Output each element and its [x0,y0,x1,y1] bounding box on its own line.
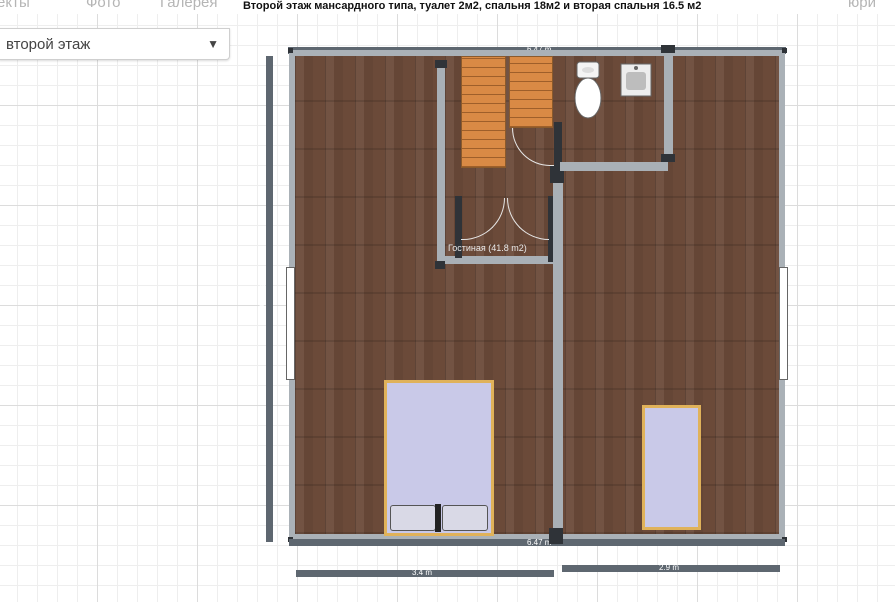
wall-corner [288,48,293,53]
bed-divider [435,504,441,532]
wall-cap [435,261,445,269]
wall-cap [435,60,447,68]
interior-wall-center[interactable] [553,166,563,538]
stairs-flight-1[interactable] [461,56,506,168]
bed-double[interactable] [384,380,494,536]
plan-caption: Второй этаж мансардного типа, туалет 2м2… [243,0,706,13]
stairs-flight-2[interactable] [509,56,553,128]
dimension-segment-right-label: 2.9 m [659,563,680,572]
room-label-living: Гостиная (41.8 m2) [448,243,527,253]
toilet-icon[interactable] [572,60,604,120]
window-right[interactable] [779,267,788,380]
nav-item-gallery[interactable]: Галерея [160,0,218,11]
sink-icon[interactable] [620,63,652,97]
bed-single[interactable] [642,405,701,530]
bed-pillow [442,505,488,531]
nav-item-projects[interactable]: екты [0,0,30,11]
chevron-down-icon[interactable]: ▼ [207,37,219,51]
window-left[interactable] [286,267,295,380]
floor-select-dropdown[interactable]: второй этаж ▼ [0,28,230,60]
wall-corner [782,48,787,53]
interior-wall-toilet-bottom[interactable] [560,162,668,171]
interior-wall-toilet-right[interactable] [664,50,673,162]
nav-item-photo[interactable]: Фото [86,0,120,11]
interior-wall-stair-left[interactable] [437,62,445,268]
dimension-segment-left-label: 3.4 m [412,568,433,577]
wall-cap [661,154,675,162]
dimension-bottom-label: 6.47 m [527,538,552,547]
dimension-left-label: 6.47 m [257,284,267,309]
dimension-line-left [266,56,273,542]
floor-select-value: второй этаж [6,36,91,53]
bed-pillow [390,505,436,531]
nav-item-right[interactable]: юри [848,0,876,11]
wall-cap [549,528,563,544]
wall-cap [661,45,675,53]
